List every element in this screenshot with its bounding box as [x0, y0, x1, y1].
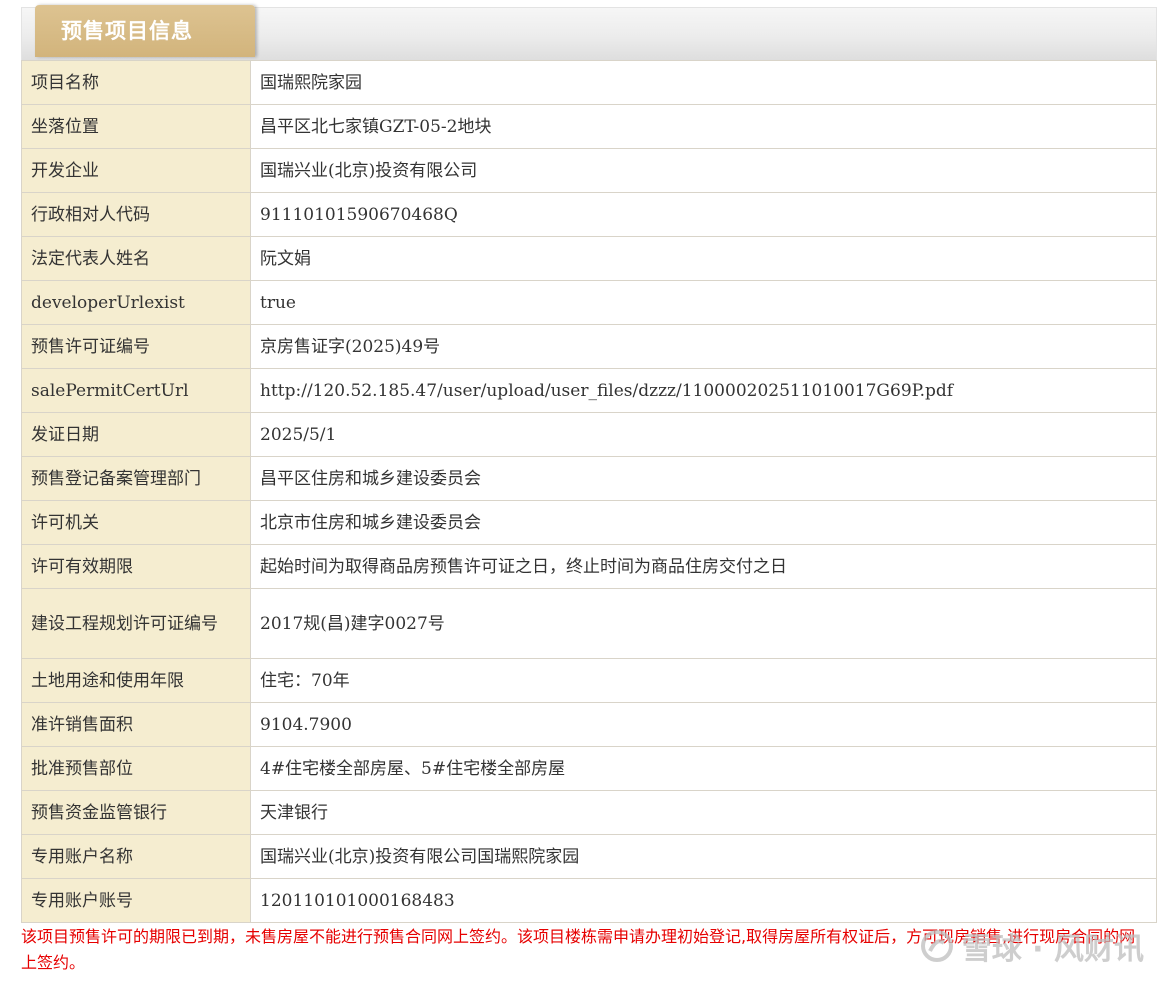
watermark: 雪球 · 风财讯: [920, 926, 1144, 967]
row-value: 2017规(昌)建字0027号: [250, 588, 1157, 659]
table-row: 专用账户账号 120110101000168483: [21, 878, 1157, 923]
row-value: 阮文娟: [250, 236, 1157, 281]
row-label: 专用账户账号: [21, 878, 251, 923]
row-label: 准许销售面积: [21, 702, 251, 747]
row-label: 建设工程规划许可证编号: [21, 588, 251, 659]
table-row: 开发企业 国瑞兴业(北京)投资有限公司: [21, 148, 1157, 193]
row-label: 许可机关: [21, 500, 251, 545]
row-value: 9104.7900: [250, 702, 1157, 747]
row-value: 昌平区住房和城乡建设委员会: [250, 456, 1157, 501]
table-row: 坐落位置 昌平区北七家镇GZT-05-2地块: [21, 104, 1157, 149]
table-row: 法定代表人姓名 阮文娟: [21, 236, 1157, 281]
row-label: 预售资金监管银行: [21, 790, 251, 835]
table-row: 发证日期 2025/5/1: [21, 412, 1157, 457]
row-value: 国瑞兴业(北京)投资有限公司: [250, 148, 1157, 193]
tab-bar: 预售项目信息: [21, 5, 1157, 60]
row-label: 法定代表人姓名: [21, 236, 251, 281]
row-value: 4#住宅楼全部房屋、5#住宅楼全部房屋: [250, 746, 1157, 791]
row-label: 项目名称: [21, 60, 251, 105]
table-row: 许可机关 北京市住房和城乡建设委员会: [21, 500, 1157, 545]
table-row: 预售登记备案管理部门 昌平区住房和城乡建设委员会: [21, 456, 1157, 501]
row-value: 昌平区北七家镇GZT-05-2地块: [250, 104, 1157, 149]
table-row: salePermitCertUrl http://120.52.185.47/u…: [21, 368, 1157, 413]
row-value: true: [250, 280, 1157, 325]
table-row: 许可有效期限 起始时间为取得商品房预售许可证之日，终止时间为商品住房交付之日: [21, 544, 1157, 589]
row-value: 京房售证字(2025)49号: [250, 324, 1157, 369]
row-value: 91110101590670468Q: [250, 192, 1157, 237]
info-table: 项目名称 国瑞熙院家园 坐落位置 昌平区北七家镇GZT-05-2地块 开发企业 …: [21, 60, 1157, 923]
table-row: developerUrlexist true: [21, 280, 1157, 325]
table-row: 批准预售部位 4#住宅楼全部房屋、5#住宅楼全部房屋: [21, 746, 1157, 791]
row-value: 起始时间为取得商品房预售许可证之日，终止时间为商品住房交付之日: [250, 544, 1157, 589]
row-label: 批准预售部位: [21, 746, 251, 791]
row-label: 坐落位置: [21, 104, 251, 149]
table-row: 预售资金监管银行 天津银行: [21, 790, 1157, 835]
row-value: 国瑞兴业(北京)投资有限公司国瑞熙院家园: [250, 834, 1157, 879]
table-row: 行政相对人代码 91110101590670468Q: [21, 192, 1157, 237]
row-value: 北京市住房和城乡建设委员会: [250, 500, 1157, 545]
row-label: 发证日期: [21, 412, 251, 457]
table-row: 土地用途和使用年限 住宅：70年: [21, 658, 1157, 703]
row-label: developerUrlexist: [21, 280, 251, 325]
row-label: 预售登记备案管理部门: [21, 456, 251, 501]
row-value: 2025/5/1: [250, 412, 1157, 457]
table-row: 建设工程规划许可证编号 2017规(昌)建字0027号: [21, 588, 1157, 659]
row-label: 专用账户名称: [21, 834, 251, 879]
row-value: http://120.52.185.47/user/upload/user_fi…: [250, 368, 1157, 413]
row-label: salePermitCertUrl: [21, 368, 251, 413]
row-value: 国瑞熙院家园: [250, 60, 1157, 105]
row-label: 许可有效期限: [21, 544, 251, 589]
table-row: 专用账户名称 国瑞兴业(北京)投资有限公司国瑞熙院家园: [21, 834, 1157, 879]
row-value: 天津银行: [250, 790, 1157, 835]
row-label: 土地用途和使用年限: [21, 658, 251, 703]
table-row: 准许销售面积 9104.7900: [21, 702, 1157, 747]
row-label: 行政相对人代码: [21, 192, 251, 237]
row-label: 预售许可证编号: [21, 324, 251, 369]
row-value: 住宅：70年: [250, 658, 1157, 703]
snowball-logo-icon: [920, 929, 954, 963]
presale-info-panel: 预售项目信息 项目名称 国瑞熙院家园 坐落位置 昌平区北七家镇GZT-05-2地…: [21, 5, 1157, 923]
table-row: 项目名称 国瑞熙院家园: [21, 60, 1157, 105]
watermark-text: 雪球 · 风财讯: [961, 932, 1144, 967]
tab-presale-project-info[interactable]: 预售项目信息: [35, 5, 255, 57]
row-label: 开发企业: [21, 148, 251, 193]
row-value: 120110101000168483: [250, 878, 1157, 923]
table-row: 预售许可证编号 京房售证字(2025)49号: [21, 324, 1157, 369]
